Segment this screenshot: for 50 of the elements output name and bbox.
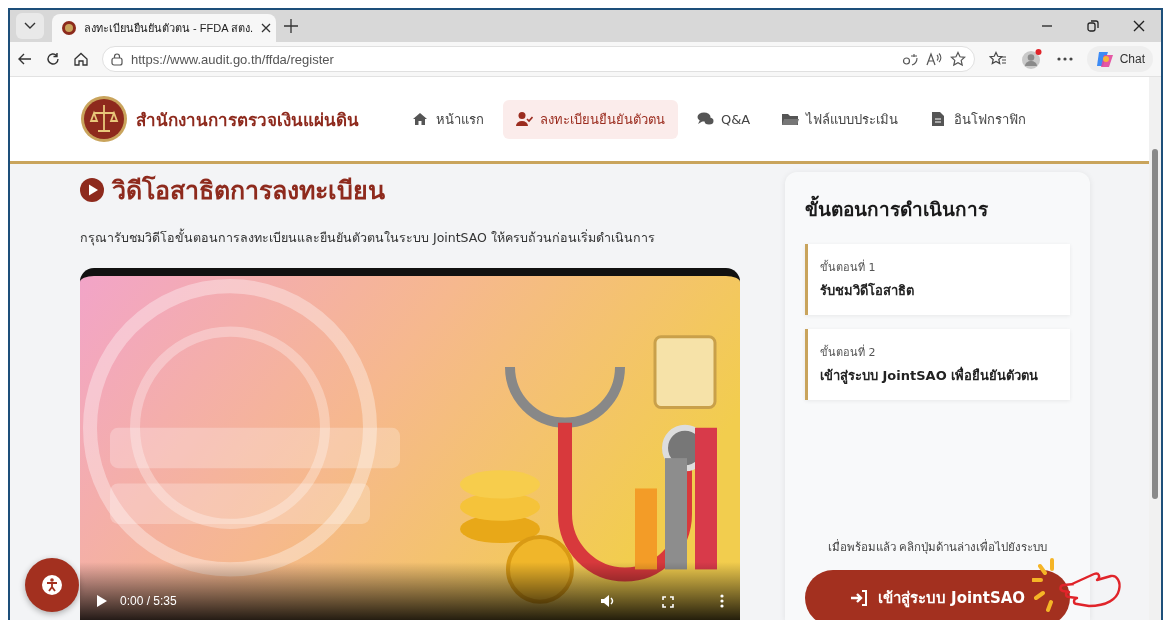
comments-icon xyxy=(697,111,714,127)
star-icon[interactable] xyxy=(949,51,966,67)
section-title: วิดีโอสาธิตการลงทะเบียน xyxy=(112,174,385,207)
description: กรุณารับชมวิดีโอขั้นตอนการลงทะเบียนและยืนยันตัวตนในระบบ JointSAO ให้ครบถ้วนก่อนเริ่มดำเนินการ xyxy=(80,228,656,248)
step-label: ขั้นตอนที่ 2 xyxy=(820,343,877,361)
reload-icon[interactable] xyxy=(46,52,60,66)
profile-icon[interactable] xyxy=(1020,48,1043,70)
browser-tab[interactable]: ลงทะเบียนยืนยันตัวตน - FFDA สตง. xyxy=(52,14,276,42)
play-circle-icon xyxy=(80,178,104,202)
favorites-icon[interactable] xyxy=(988,51,1007,67)
video-time: 0:00 / 5:35 xyxy=(120,594,177,608)
restore-icon[interactable] xyxy=(1087,20,1099,32)
panel-title: ขั้นตอนการดำเนินการ xyxy=(805,194,1070,224)
accessibility-button[interactable] xyxy=(25,558,79,612)
volume-icon[interactable] xyxy=(600,594,616,608)
chevron-icon[interactable] xyxy=(24,22,36,30)
lock-icon[interactable] xyxy=(111,52,123,66)
close-icon[interactable] xyxy=(1133,20,1145,32)
home-icon xyxy=(412,111,429,127)
more-icon[interactable] xyxy=(720,594,724,608)
step-label: ขั้นตอนที่ 1 xyxy=(820,258,877,276)
read-aloud-icon[interactable] xyxy=(925,52,942,66)
hint-text: เมื่อพร้อมแล้ว คลิกปุ่มด้านล่างเพื่อไปยังระบบ xyxy=(826,538,1049,556)
folder-icon xyxy=(782,111,800,127)
close-icon[interactable] xyxy=(261,23,271,33)
video-player[interactable]: 0:00 / 5:35 xyxy=(80,268,740,620)
play-icon[interactable] xyxy=(96,594,108,608)
emblem-icon[interactable] xyxy=(80,95,128,143)
nav-link[interactable]: Q&A xyxy=(684,99,764,139)
user-check-icon xyxy=(516,111,533,127)
favicon-icon xyxy=(62,21,76,35)
login-button[interactable]: เข้าสู่ระบบ JointSAO xyxy=(805,570,1070,620)
nav-link[interactable]: หน้าแรก xyxy=(399,99,497,139)
home-icon[interactable] xyxy=(74,52,88,66)
scrollbar[interactable] xyxy=(1149,77,1161,620)
more-icon[interactable] xyxy=(1056,57,1073,61)
chat-button[interactable]: Chat xyxy=(1086,46,1153,72)
step-title: เข้าสู่ระบบ JointSAO เพื่อยืนยันตัวตน xyxy=(820,365,1040,386)
fullscreen-icon[interactable] xyxy=(662,596,674,608)
url-text: https://www.audit.go.th/ffda/register xyxy=(131,51,335,67)
nav-link[interactable]: ลงทะเบียนยืนยันตัวตน xyxy=(503,99,678,139)
nav-link[interactable]: ไฟล์แบบประเมิน xyxy=(769,99,912,139)
new-tab-icon[interactable] xyxy=(284,19,298,33)
nav-link[interactable]: อินโฟกราฟิก xyxy=(917,99,1040,139)
accessibility-icon xyxy=(41,574,63,596)
site-name[interactable]: สำนักงานการตรวจเงินแผ่นดิน xyxy=(136,105,359,133)
address-bar[interactable]: https://www.audit.go.th/ffda/register xyxy=(102,46,975,72)
step-title: รับชมวิดีโอสาธิต xyxy=(820,282,915,300)
sign-in-icon xyxy=(849,590,868,606)
back-icon[interactable] xyxy=(18,53,32,65)
